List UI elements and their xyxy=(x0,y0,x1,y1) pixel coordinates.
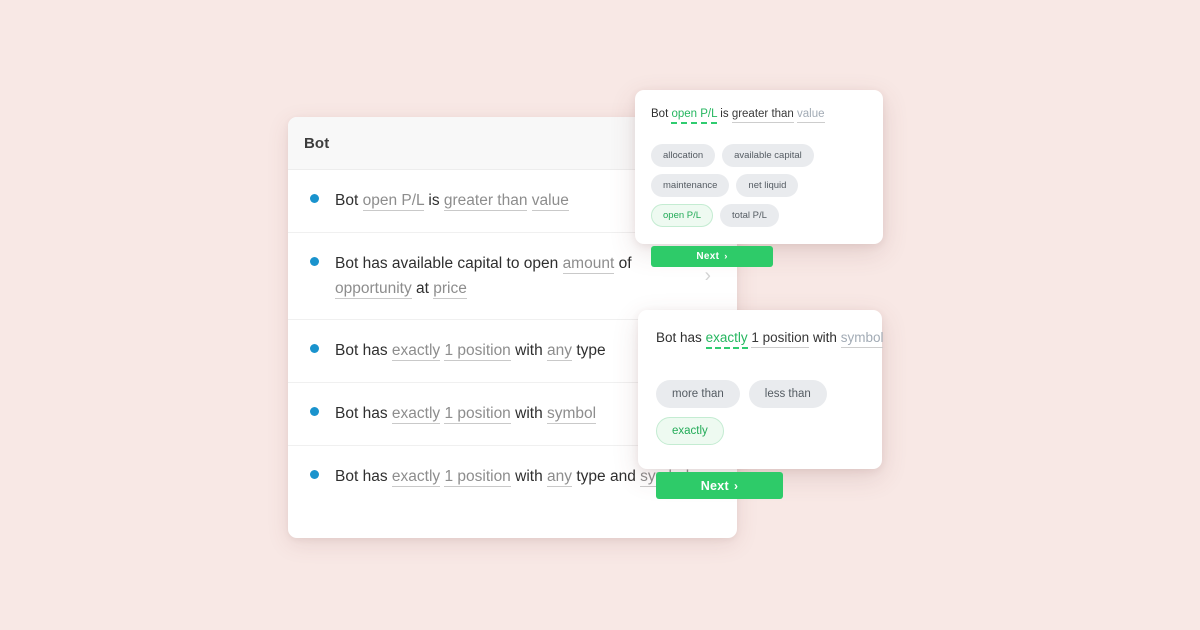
rule-static-token: and xyxy=(609,468,636,485)
bullet-dot-icon xyxy=(310,344,319,353)
rule-static-token: type xyxy=(576,468,606,485)
rule-slot-token[interactable]: price xyxy=(433,280,467,299)
rule-slot-token[interactable]: exactly xyxy=(391,342,441,361)
rule-slot-token[interactable]: 1 position xyxy=(444,405,511,424)
chevron-right-icon: › xyxy=(724,251,728,262)
sentence-static-token: with xyxy=(812,330,837,345)
chip-option[interactable]: available capital xyxy=(722,144,814,167)
bullet-dot-icon xyxy=(310,257,319,266)
rule-slot-token[interactable]: any xyxy=(547,342,573,361)
chevron-right-icon[interactable]: › xyxy=(705,267,711,286)
rule-slot-token[interactable]: value xyxy=(531,192,569,211)
rule-static-token: Bot xyxy=(335,255,359,272)
chip-option-selected[interactable]: open P/L xyxy=(651,204,714,227)
sentence-static-token: Bot xyxy=(656,330,677,345)
popover-open-pl-chip-group: allocation available capital maintenance ne… xyxy=(651,144,867,227)
rule-slot-token[interactable]: amount xyxy=(562,255,615,274)
popover-open-pl: Bot open P/L is greater than value alloc… xyxy=(635,90,883,267)
rule-slot-token[interactable]: symbol xyxy=(547,405,597,424)
sentence-selected-token[interactable]: open P/L xyxy=(671,108,718,124)
rule-slot-token[interactable]: exactly xyxy=(391,405,441,424)
popover-open-pl-sentence: Bot open P/L is greater than value xyxy=(651,106,867,124)
chip-option[interactable]: total P/L xyxy=(720,204,779,227)
rule-static-token: with xyxy=(515,342,543,359)
sentence-slot-token[interactable]: 1 position xyxy=(751,330,810,348)
chevron-right-icon: › xyxy=(734,478,739,493)
popover-exactly-chip-group: more than less than exactly xyxy=(656,380,864,445)
rule-static-token: at xyxy=(416,280,429,297)
chip-option[interactable]: less than xyxy=(748,380,827,408)
next-button[interactable]: Next › xyxy=(651,246,773,267)
rule-slot-token[interactable]: opportunity xyxy=(335,280,412,299)
sentence-slot-token[interactable]: value xyxy=(797,108,825,123)
bullet-dot-icon xyxy=(310,407,319,416)
rule-static-token: of xyxy=(618,255,632,272)
rule-static-token: with xyxy=(515,468,543,485)
rule-slot-token[interactable]: exactly xyxy=(391,468,441,487)
rule-slot-token[interactable]: any xyxy=(547,468,573,487)
chip-option[interactable]: more than xyxy=(656,380,740,408)
chip-option[interactable]: maintenance xyxy=(651,174,730,197)
sentence-slot-token[interactable]: symbol xyxy=(840,330,884,348)
sentence-static-token: Bot xyxy=(651,108,669,120)
popover-exactly: Bot has exactly 1 position with symbol m… xyxy=(638,310,884,499)
rule-static-token: Bot xyxy=(335,192,359,209)
rule-static-token: Bot xyxy=(335,468,359,485)
rule-slot-token[interactable]: 1 position xyxy=(444,342,511,361)
rule-slot-token[interactable]: greater than xyxy=(443,192,528,211)
rule-static-token: has xyxy=(362,468,388,485)
next-button[interactable]: Next › xyxy=(656,472,783,499)
rule-static-token: available xyxy=(391,255,454,272)
sentence-selected-token[interactable]: exactly xyxy=(705,330,748,349)
next-button-label: Next xyxy=(696,251,720,262)
bullet-dot-icon xyxy=(310,470,319,479)
chip-option[interactable]: net liquid xyxy=(736,174,799,197)
bullet-dot-icon xyxy=(310,194,319,203)
rule-static-token: with xyxy=(515,405,543,422)
chip-option-selected[interactable]: exactly xyxy=(656,417,724,445)
rule-static-token: Bot xyxy=(335,405,359,422)
rule-static-token: open xyxy=(523,255,559,272)
rule-static-token: has xyxy=(362,342,388,359)
rule-static-token: has xyxy=(362,405,388,422)
rule-static-token: Bot xyxy=(335,342,359,359)
rule-static-token: capital xyxy=(457,255,503,272)
rule-static-token: to xyxy=(506,255,520,272)
rule-static-token: type xyxy=(576,342,606,359)
rule-slot-token[interactable]: 1 position xyxy=(444,468,511,487)
rule-slot-token[interactable]: open P/L xyxy=(362,192,425,211)
next-button-label: Next xyxy=(700,478,730,493)
page-title: Bot xyxy=(304,134,330,152)
rule-static-token: has xyxy=(362,255,388,272)
sentence-slot-token[interactable]: greater than xyxy=(731,108,794,123)
chip-option[interactable]: allocation xyxy=(651,144,716,167)
popover-exactly-sentence: Bot has exactly 1 position with symbol xyxy=(656,328,884,349)
sentence-static-token: is xyxy=(720,108,729,120)
sentence-static-token: has xyxy=(680,330,702,345)
rule-static-token: is xyxy=(428,192,440,209)
